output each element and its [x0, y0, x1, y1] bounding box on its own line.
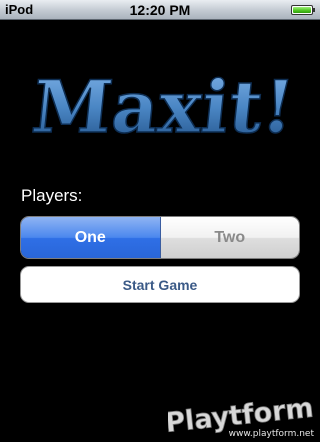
- battery-tip: [313, 8, 315, 12]
- playtform-watermark: Playtform www.playtform.net: [168, 398, 316, 438]
- players-label: Players:: [21, 186, 83, 205]
- watermark-url: www.playtform.net: [229, 429, 315, 438]
- players-segmented-control[interactable]: One Two: [20, 216, 300, 259]
- playtform-logo: Playtform www.playtform.net: [168, 398, 315, 438]
- players-option-one[interactable]: One: [21, 217, 161, 258]
- start-game-label: Start Game: [122, 276, 198, 293]
- logo-text: Maxit!: [28, 65, 298, 150]
- players-option-one-label: One: [74, 228, 106, 246]
- game-logo-graphic: Maxit!: [27, 64, 299, 150]
- battery-level: [293, 7, 311, 13]
- players-option-two[interactable]: Two: [160, 217, 299, 258]
- game-logo: Maxit!: [0, 62, 320, 152]
- battery-icon: [291, 5, 313, 15]
- start-game-button[interactable]: Start Game: [20, 266, 300, 303]
- status-bar: iPod 12:20 PM: [0, 0, 320, 20]
- clock: 12:20 PM: [129, 2, 191, 18]
- players-option-two-label: Two: [214, 228, 246, 246]
